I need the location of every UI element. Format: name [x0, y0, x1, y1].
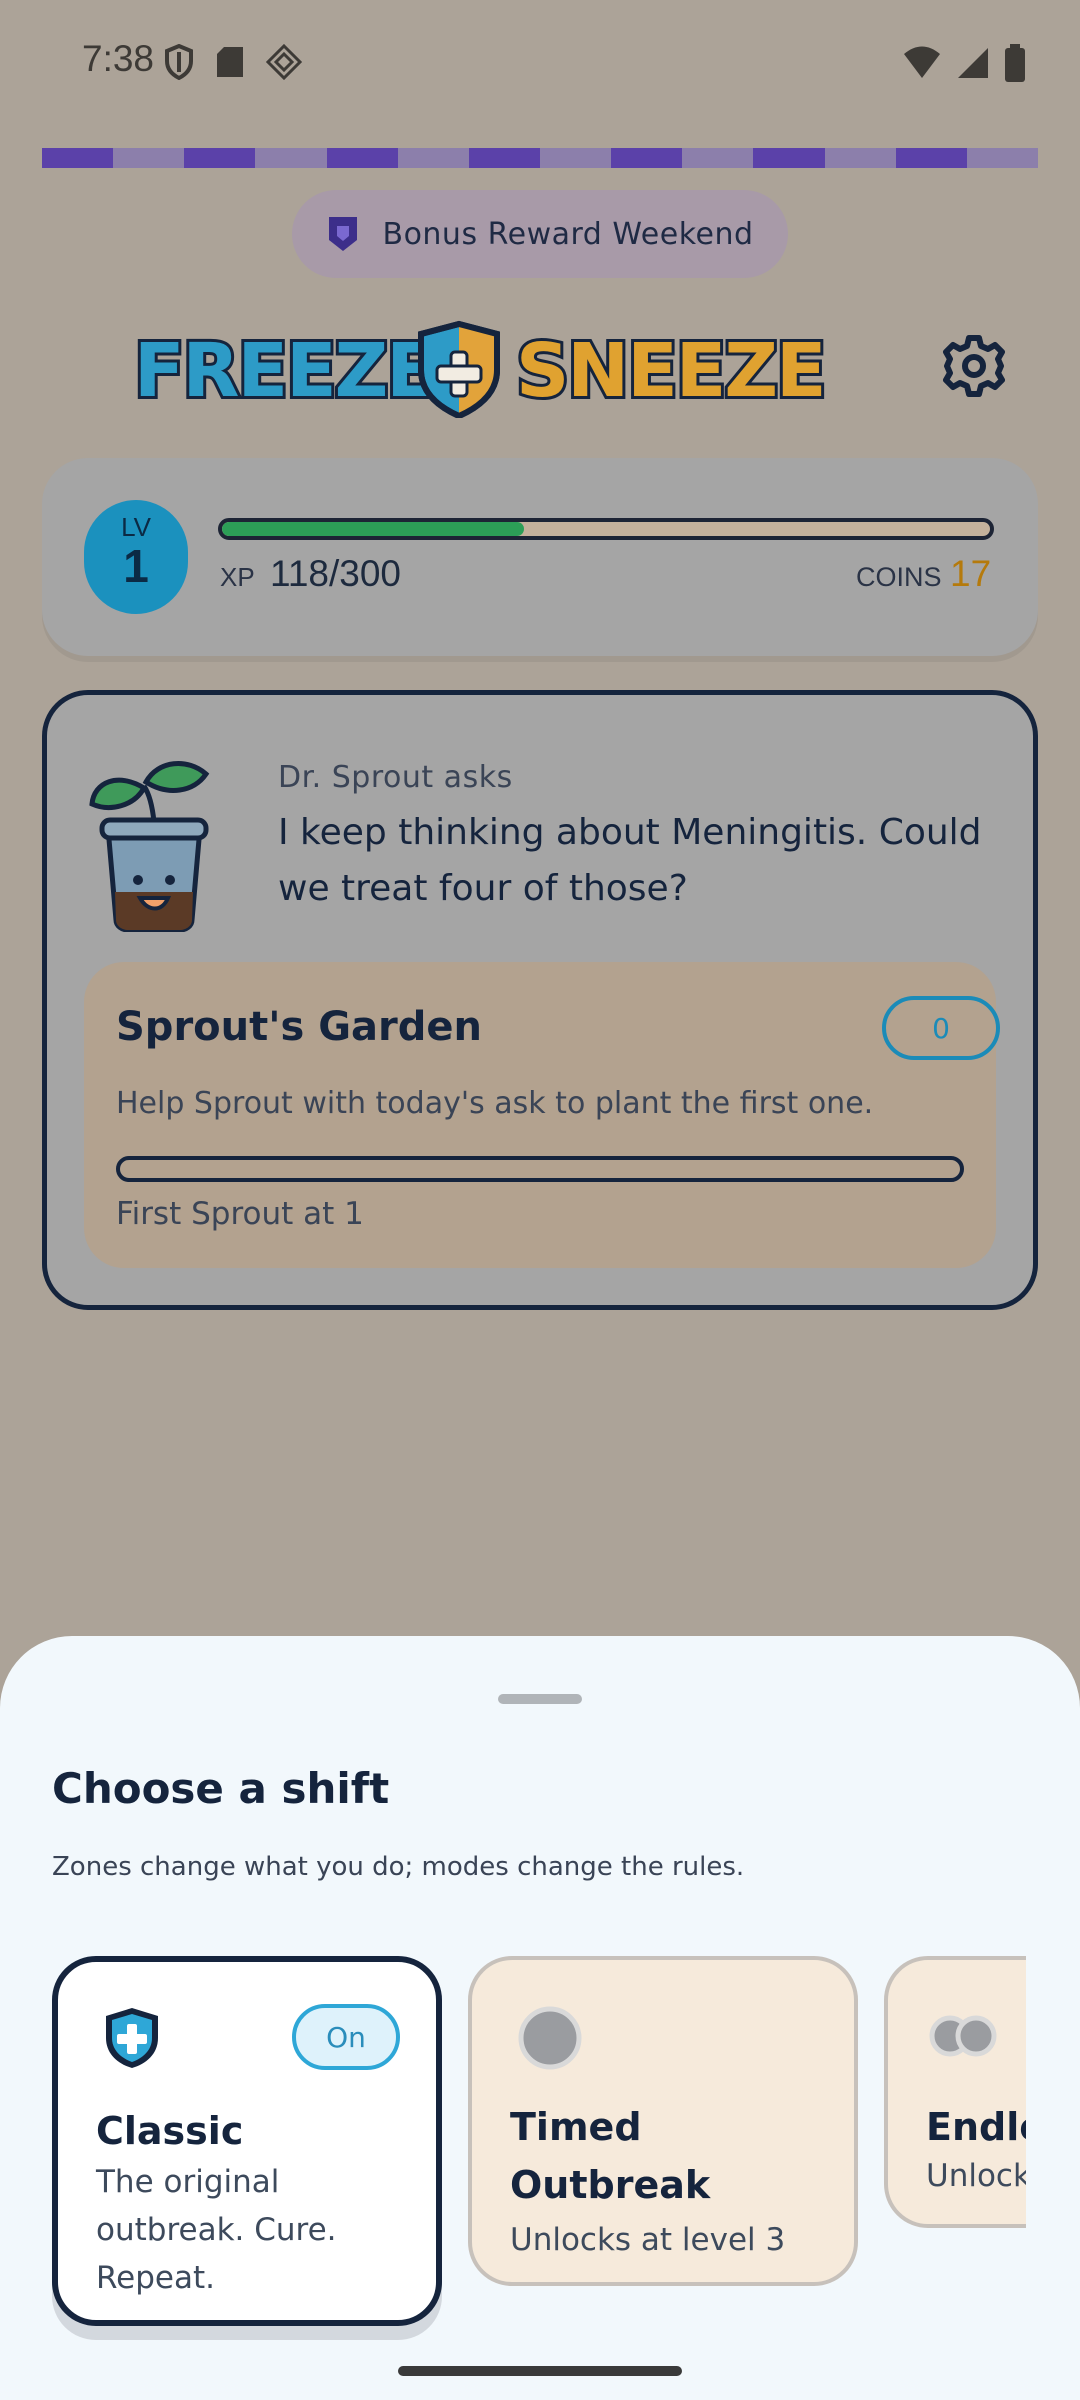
shift-carousel[interactable]: On Classic The original outbreak. Cure. …: [0, 1900, 1026, 2380]
diamond-grid-icon: [266, 44, 302, 80]
event-progress-segments: [42, 148, 1038, 168]
card-desc-timed-outbreak: Unlocks at level 3: [510, 2222, 786, 2258]
battery-icon: [1005, 44, 1025, 82]
game-logo: FREEZE SNEEZE: [132, 320, 830, 418]
sheet-subtitle: Zones change what you do; modes change t…: [52, 1852, 745, 1882]
shield-cross-icon: [106, 2008, 158, 2068]
progress-segment: [113, 148, 185, 168]
progress-segment: [184, 148, 256, 168]
card-desc-endless: Unlocks: [926, 2158, 1026, 2194]
progress-segment: [895, 148, 967, 168]
garden-progress-bar: [116, 1156, 964, 1182]
garden-count-badge: 0: [882, 996, 1000, 1060]
xp-progress-bar: [218, 518, 994, 540]
status-icons-right: [902, 44, 1026, 82]
shift-card-classic[interactable]: On Classic The original outbreak. Cure. …: [52, 1956, 442, 2326]
progress-segment: [753, 148, 825, 168]
shield-icon: [165, 44, 193, 80]
status-icons-left: [164, 44, 302, 80]
xp-label: XP: [220, 562, 255, 592]
garden-next-milestone: First Sprout at 1: [116, 1196, 364, 1232]
garden-title: Sprout's Garden: [116, 1004, 483, 1050]
double-circle-icon: [929, 2015, 997, 2057]
progress-segment: [326, 148, 398, 168]
progress-segment: [255, 148, 327, 168]
level-label: LV: [121, 512, 151, 542]
gray-circle-icon: [518, 2006, 582, 2070]
xp-value: 118/300: [270, 553, 401, 594]
shield-badge-icon: [329, 217, 358, 251]
coins-value: 17: [950, 553, 992, 594]
event-label: Bonus Reward Weekend: [382, 216, 754, 252]
progress-segment: [42, 148, 114, 168]
gesture-nav-bar[interactable]: [398, 2366, 682, 2376]
card-title-endless: Endless: [926, 2105, 1026, 2149]
card-title-classic: Classic: [96, 2109, 244, 2153]
status-time: 7:38: [82, 38, 155, 79]
quest-text: I keep thinking about Meningitis. Could …: [278, 812, 982, 909]
level-card: [42, 458, 1038, 656]
coins-label: COINS: [856, 562, 942, 592]
logo-text-right: SNEEZE: [516, 328, 825, 414]
progress-segment: [397, 148, 469, 168]
progress-segment: [468, 148, 540, 168]
shift-card-timed-outbreak[interactable]: Timed Outbreak Unlocks at level 3: [468, 1956, 858, 2286]
sd-card-icon: [217, 47, 243, 77]
quest-asker: Dr. Sprout asks: [278, 760, 513, 795]
card-title-timed-outbreak: Timed Outbreak: [510, 2105, 711, 2207]
sheet-title: Choose a shift: [52, 1764, 390, 1813]
progress-segment: [966, 148, 1038, 168]
gear-icon[interactable]: [942, 334, 1006, 398]
sprout-character-icon: [89, 761, 210, 932]
progress-segment: [539, 148, 612, 168]
logo-text-left: FREEZE: [134, 328, 435, 414]
xp-progress-fill: [222, 522, 524, 536]
signal-icon: [958, 48, 988, 78]
garden-description: Help Sprout with today's ask to plant th…: [116, 1086, 874, 1121]
shift-card-endless[interactable]: Endless Unlocks: [884, 1956, 1026, 2228]
level-badge: LV 1: [84, 500, 188, 614]
event-banner[interactable]: Bonus Reward Weekend: [292, 190, 788, 278]
card-desc-classic: The original outbreak. Cure. Repeat.: [96, 2164, 337, 2296]
progress-segment: [682, 148, 754, 168]
wifi-icon: [904, 46, 940, 78]
sheet-drag-handle[interactable]: [498, 1694, 582, 1704]
progress-segment: [824, 148, 896, 168]
active-badge: On: [292, 2004, 400, 2070]
progress-segment: [611, 148, 683, 168]
level-number: 1: [123, 540, 149, 592]
shield-cross-logo-icon: [418, 320, 500, 418]
